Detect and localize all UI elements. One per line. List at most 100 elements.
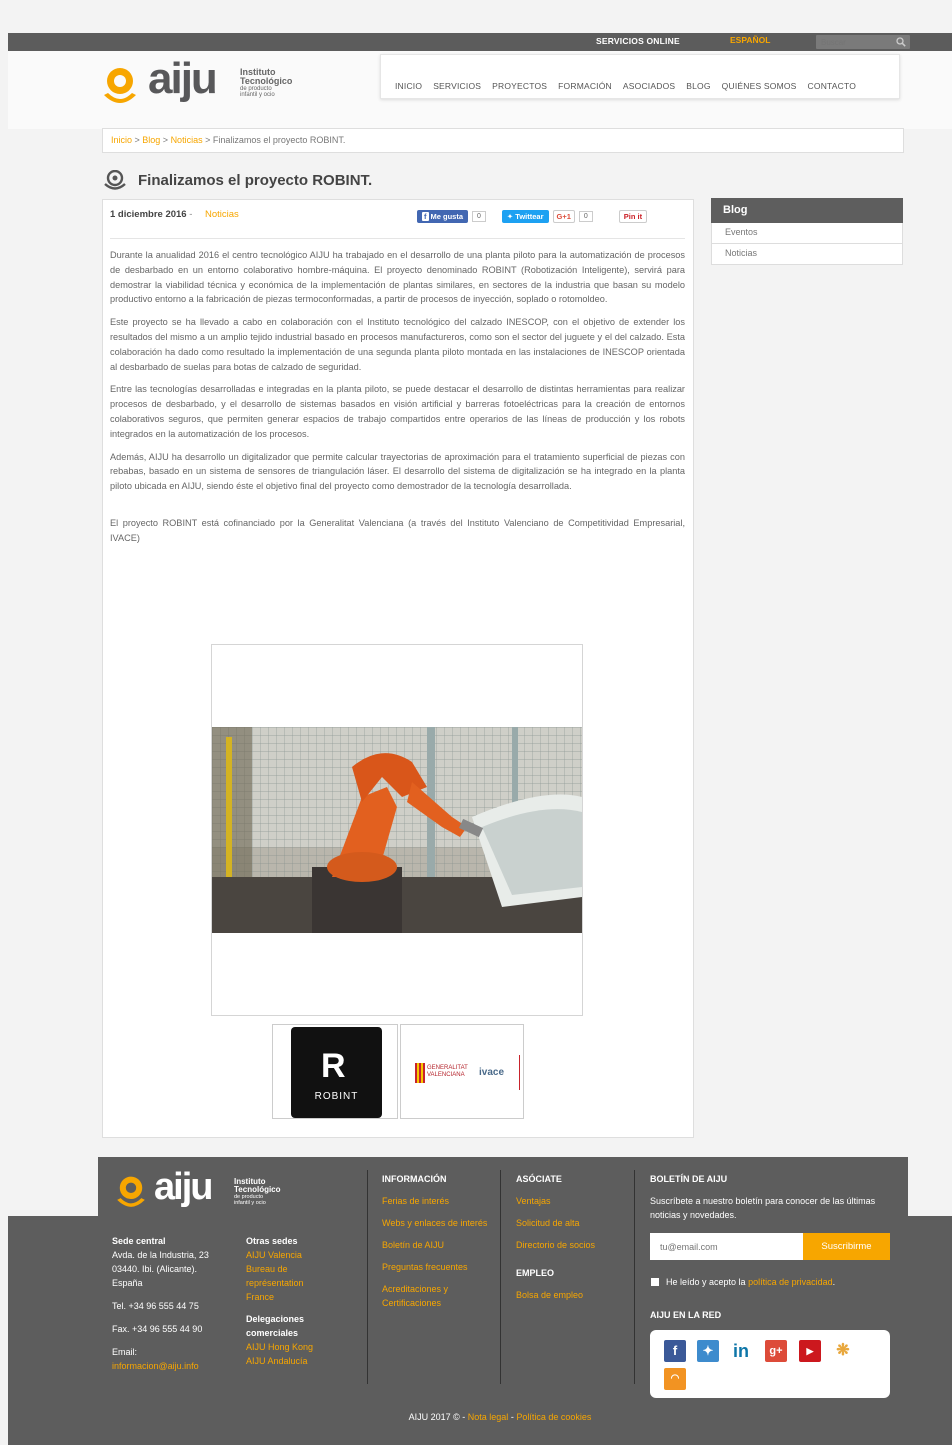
breadcrumb-separator: > [202, 135, 213, 145]
blog-sidebar: Blog Eventos Noticias [711, 198, 903, 265]
youtube-icon[interactable]: ▶ [799, 1340, 821, 1362]
facebook-like-label: Me gusta [430, 212, 464, 221]
info-link-newsletter[interactable]: Boletín de AIJU [382, 1238, 490, 1252]
logo-wordmark: aiju [148, 54, 218, 103]
join-title: ASÓCIATE [516, 1174, 562, 1184]
nav-item-asociados[interactable]: ASOCIADOS [623, 81, 675, 91]
article-divider [110, 238, 685, 239]
sidebar-item-eventos[interactable]: Eventos [711, 223, 903, 244]
slideshare-icon[interactable]: ❋ [832, 1340, 854, 1362]
join-link-signup[interactable]: Solicitud de alta [516, 1216, 626, 1230]
privacy-policy-link[interactable]: política de privacidad [748, 1277, 833, 1287]
privacy-checkbox[interactable] [651, 1278, 659, 1286]
info-link-faq[interactable]: Preguntas frecuentes [382, 1260, 490, 1274]
footer-logo-sub-2: Tecnológico [234, 1185, 281, 1194]
hq-address-3: España [112, 1278, 143, 1288]
breadcrumb-blog[interactable]: Blog [142, 135, 160, 145]
gplus-button[interactable]: G+1 [552, 210, 575, 223]
nav-item-contacto[interactable]: CONTACTO [808, 81, 857, 91]
delegation-link-hongkong[interactable]: AIJU Hong Kong [246, 1340, 330, 1354]
breadcrumb-home[interactable]: Inicio [111, 135, 132, 145]
nav-item-proyectos[interactable]: PROYECTOS [492, 81, 547, 91]
info-link-accreditations[interactable]: Acreditaciones y Certificaciones [382, 1282, 490, 1310]
newsletter-subscribe-button[interactable]: Suscribirme [803, 1233, 890, 1260]
hq-address-1: Avda. de la Industria, 23 [112, 1250, 209, 1260]
footer-hq: Sede central Avda. de la Industria, 23 0… [112, 1234, 240, 1373]
privacy-label: He leído y acepto la política de privaci… [666, 1275, 835, 1289]
robint-r-icon: R [321, 1047, 346, 1085]
article-category-link[interactable]: Noticias [205, 209, 239, 220]
main-navigation: INICIO SERVICIOS PROYECTOS FORMACIÓN ASOCIAD… [380, 54, 900, 99]
delegations-title: Delegaciones comerciales [246, 1314, 305, 1338]
newsletter-email-input[interactable] [650, 1233, 804, 1260]
nav-item-quiénes-somos[interactable]: QUIÉNES SOMOS [722, 81, 797, 91]
logo-mark-icon [104, 68, 136, 103]
delegation-link-andalucia[interactable]: AIJU Andalucía [246, 1354, 330, 1368]
hq-fax: Fax. +34 96 555 44 90 [112, 1324, 203, 1334]
search-box [816, 35, 910, 49]
rss-icon[interactable]: ◠ [664, 1368, 686, 1390]
join-link-directory[interactable]: Directorio de socios [516, 1238, 626, 1252]
ivace-logo-text: ivace [479, 1067, 505, 1078]
logo-sub-line-4: infantil y ocio [240, 92, 275, 98]
join-link-advantages[interactable]: Ventajas [516, 1194, 626, 1208]
jobs-link[interactable]: Bolsa de empleo [516, 1288, 626, 1302]
robint-label: ROBINT [314, 1091, 359, 1102]
office-link-france[interactable]: Bureau de représentation France [246, 1262, 330, 1304]
logo-sub-line-2: Tecnológico [240, 76, 293, 86]
search-icon[interactable] [896, 37, 906, 47]
newsletter-description: Suscríbete a nuestro boletín para conoce… [650, 1196, 876, 1220]
gallery-thumbnail-sponsors[interactable]: GENERALITAT VALENCIANA ivace [400, 1024, 524, 1119]
other-offices-title: Otras sedes [246, 1236, 298, 1246]
social-title: AIJU EN LA RED [650, 1310, 722, 1320]
linkedin-icon[interactable]: in [730, 1340, 752, 1362]
language-selector[interactable]: ESPAÑOL [730, 35, 770, 45]
footer-logo-subtitle: Instituto Tecnológico de producto infant… [234, 1178, 281, 1207]
cookies-policy-link[interactable]: Política de cookies [516, 1412, 591, 1422]
article-body: Durante la anualidad 2016 el centro tecn… [110, 248, 685, 554]
hq-email-label: Email: [112, 1347, 138, 1357]
nav-item-formación[interactable]: FORMACIÓN [558, 81, 612, 91]
nav-item-inicio[interactable]: INICIO [395, 81, 422, 91]
online-services-link[interactable]: SERVICIOS ONLINE [596, 36, 680, 46]
twitter-label: Twittear [515, 212, 544, 221]
breadcrumb-news[interactable]: Noticias [171, 135, 203, 145]
article-paragraph: Entre las tecnologías desarrolladas e in… [110, 384, 685, 439]
breadcrumb-separator: > [132, 135, 143, 145]
gallery-thumbnail-robint[interactable]: R ROBINT [272, 1024, 398, 1119]
nav-item-servicios[interactable]: SERVICIOS [433, 81, 481, 91]
search-input[interactable] [816, 35, 886, 49]
nav-item-blog[interactable]: BLOG [686, 81, 710, 91]
copyright-text: AIJU 2017 © - [408, 1412, 468, 1422]
gva-logo-text: GENERALITAT VALENCIANA [427, 1065, 468, 1078]
gplus-count: 0 [578, 211, 593, 222]
pinterest-button[interactable]: Pin it [618, 210, 648, 223]
facebook-like-button[interactable]: f Me gusta [417, 210, 469, 223]
sidebar-title: Blog [711, 198, 903, 223]
facebook-icon[interactable]: f [664, 1340, 686, 1362]
office-link-valencia[interactable]: AIJU Valencia [246, 1248, 330, 1262]
info-title: INFORMACIÓN [382, 1174, 447, 1184]
smiley-logo-icon [104, 170, 126, 190]
googleplus-icon[interactable]: g+ [765, 1340, 787, 1362]
privacy-period: . [832, 1277, 836, 1287]
footer-copyright: AIJU 2017 © - Nota legal - Política de c… [0, 1410, 952, 1424]
footer-logo-sub-4: infantil y ocio [234, 1200, 266, 1206]
twitter-icon[interactable]: ✦ [697, 1340, 719, 1362]
date-separator: - [186, 209, 193, 220]
legal-note-link[interactable]: Nota legal [468, 1412, 509, 1422]
info-link-fairs[interactable]: Ferias de interés [382, 1194, 490, 1208]
sidebar-item-noticias[interactable]: Noticias [711, 244, 903, 265]
breadcrumb-separator: > [160, 135, 171, 145]
footer-join: ASÓCIATE Ventajas Solicitud de alta Dire… [516, 1172, 626, 1302]
footer-logo-wordmark: aiju [154, 1166, 213, 1208]
logo-subtitle: Instituto Tecnológico de producto infant… [240, 68, 293, 99]
hq-email-link[interactable]: informacion@aiju.info [112, 1359, 240, 1373]
twitter-tweet-button[interactable]: ✦ Twittear [501, 210, 549, 223]
robot-cell-photo[interactable] [212, 727, 582, 933]
hq-phone: Tel. +34 96 555 44 75 [112, 1301, 199, 1311]
info-link-webs[interactable]: Webs y enlaces de interés [382, 1216, 490, 1230]
footer-other-offices: Otras sedes AIJU Valencia Bureau de repr… [246, 1234, 330, 1368]
privacy-text: He leído y acepto la [666, 1277, 749, 1287]
page-title: Finalizamos el proyecto ROBINT. [138, 172, 373, 189]
